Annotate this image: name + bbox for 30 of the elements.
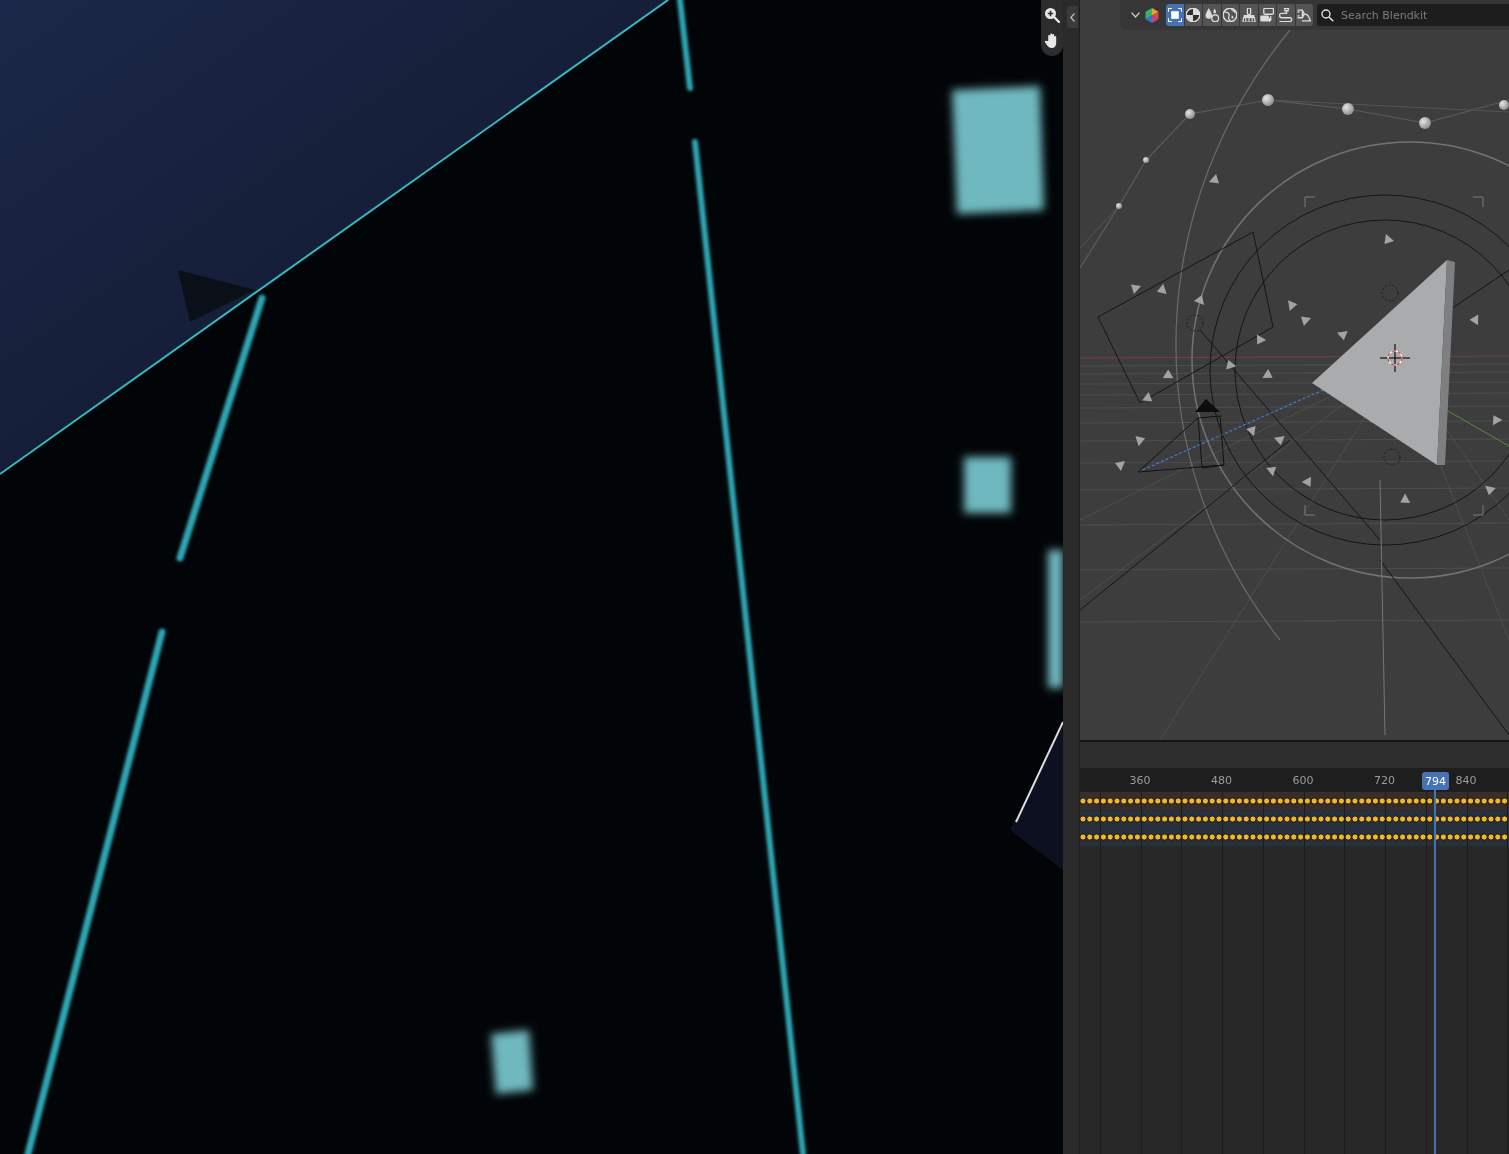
cursor-icon — [1379, 343, 1411, 373]
frame-label: 600 — [1292, 773, 1314, 787]
sidebar-toggle-button[interactable] — [1067, 6, 1078, 28]
caret-icon[interactable] — [1131, 12, 1140, 18]
cable-icon — [1278, 8, 1293, 22]
hexagon-icon[interactable] — [1145, 7, 1159, 23]
frame-label: 480 — [1211, 773, 1232, 787]
search-icon — [1321, 8, 1334, 22]
cards-icon — [1260, 8, 1275, 22]
tool-button[interactable] — [1166, 4, 1184, 26]
tool-button[interactable] — [1258, 4, 1276, 26]
globe-icon — [1223, 8, 1238, 22]
pie-icon — [1186, 8, 1201, 22]
tool-button[interactable] — [1277, 4, 1295, 26]
tool-button[interactable] — [1240, 4, 1258, 26]
search-field[interactable]: Search Blendkit — [1317, 4, 1509, 26]
plug-icon — [1297, 8, 1312, 22]
tool-button[interactable] — [1295, 4, 1313, 26]
brush-icon — [1241, 8, 1256, 22]
zoom-icon[interactable] — [1044, 6, 1060, 23]
tool-button[interactable] — [1203, 4, 1221, 26]
frame-label: 360 — [1129, 773, 1151, 787]
playhead-handle[interactable]: 794 — [1422, 772, 1449, 790]
frame-label: 840 — [1455, 773, 1477, 787]
drops-icon — [1204, 8, 1219, 22]
tool-button[interactable] — [1221, 4, 1239, 26]
tool-button[interactable] — [1184, 4, 1202, 26]
select-box-icon — [1167, 8, 1182, 22]
chevron-icon — [1070, 12, 1075, 22]
frame-label: 720 — [1374, 773, 1395, 787]
